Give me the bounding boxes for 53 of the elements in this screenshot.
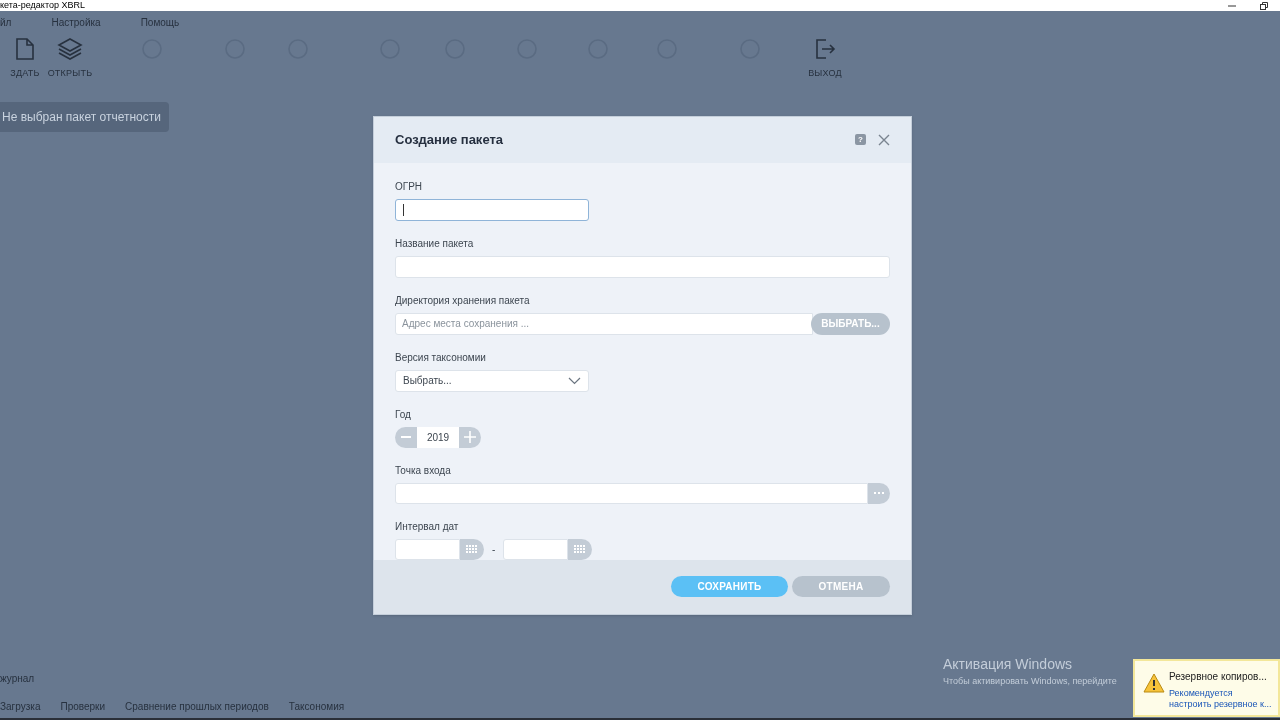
toolbar-button[interactable]: ВЫХОД: [800, 37, 850, 81]
window-title: кета-редактор XBRL: [0, 1, 85, 10]
menu-item[interactable]: Помощь: [140, 14, 180, 30]
calendar-icon: [466, 544, 478, 554]
more-icon: [874, 492, 884, 495]
dropdown[interactable]: Выбрать...: [395, 369, 589, 392]
activation-text: Чтобы активировать Windows, перейдите: [943, 675, 1117, 688]
field-label: Год: [395, 407, 412, 422]
panel-tab[interactable]: Сравнение прошлых периодов: [125, 699, 269, 714]
notification-text: настроить резервное к...: [1169, 699, 1272, 710]
date-field[interactable]: [503, 538, 569, 560]
new-file-icon: [14, 37, 36, 61]
help-button[interactable]: ?: [855, 134, 866, 146]
input-field[interactable]: [395, 198, 589, 221]
field-label: Версия таксономии: [395, 350, 487, 365]
field-label: Интервал дат: [395, 519, 460, 534]
panel-tab[interactable]: Таксономия: [288, 699, 345, 714]
calendar-button[interactable]: [460, 538, 484, 560]
activation-title: Активация Windows: [943, 655, 1074, 674]
field-label: Точка входа: [395, 463, 452, 478]
plus-icon: [464, 431, 476, 444]
chevron-icon: [568, 376, 581, 385]
range-separator: -: [492, 542, 496, 557]
close-icon[interactable]: [878, 133, 890, 146]
status-badge: Не выбран пакет отчетности: [0, 102, 169, 132]
choose-button[interactable]: ВЫБРАТЬ...: [811, 312, 890, 335]
calendar-icon: [574, 544, 587, 554]
increment-button[interactable]: [459, 426, 481, 448]
field-label: Название пакета: [395, 236, 475, 251]
save-button[interactable]: СОХРАНИТЬ: [671, 576, 788, 598]
minus-icon: [401, 436, 411, 439]
layers-icon: [57, 37, 83, 61]
panel-title: журнал: [0, 672, 35, 686]
date-field[interactable]: [395, 538, 460, 560]
panel-tab[interactable]: Проверки: [60, 699, 106, 714]
browse-button[interactable]: [868, 482, 890, 504]
warning-icon: [1143, 673, 1165, 693]
menu-item[interactable]: Настройка: [51, 14, 101, 30]
panel-tab[interactable]: Загрузка: [0, 699, 41, 714]
menu-item[interactable]: йл: [0, 14, 12, 30]
exit-icon: [814, 37, 836, 61]
year-value[interactable]: 2019: [417, 426, 459, 448]
notification-title: Резервное копиров...: [1169, 670, 1268, 684]
notification-text: Рекомендуется: [1169, 688, 1234, 699]
dialog-title: Создание пакета: [395, 131, 504, 150]
field-label: ОГРН: [395, 179, 424, 194]
text-cursor: [403, 203, 404, 216]
restore-icon[interactable]: [1260, 1, 1268, 10]
notification[interactable]: Резервное копиров... Рекомендуется настроить резервное к...: [1133, 659, 1280, 717]
calendar-button[interactable]: [568, 538, 593, 560]
field-label: Директория хранения пакета: [395, 293, 531, 308]
decrement-button[interactable]: [395, 426, 417, 448]
cancel-button[interactable]: ОТМЕНА: [792, 576, 890, 598]
